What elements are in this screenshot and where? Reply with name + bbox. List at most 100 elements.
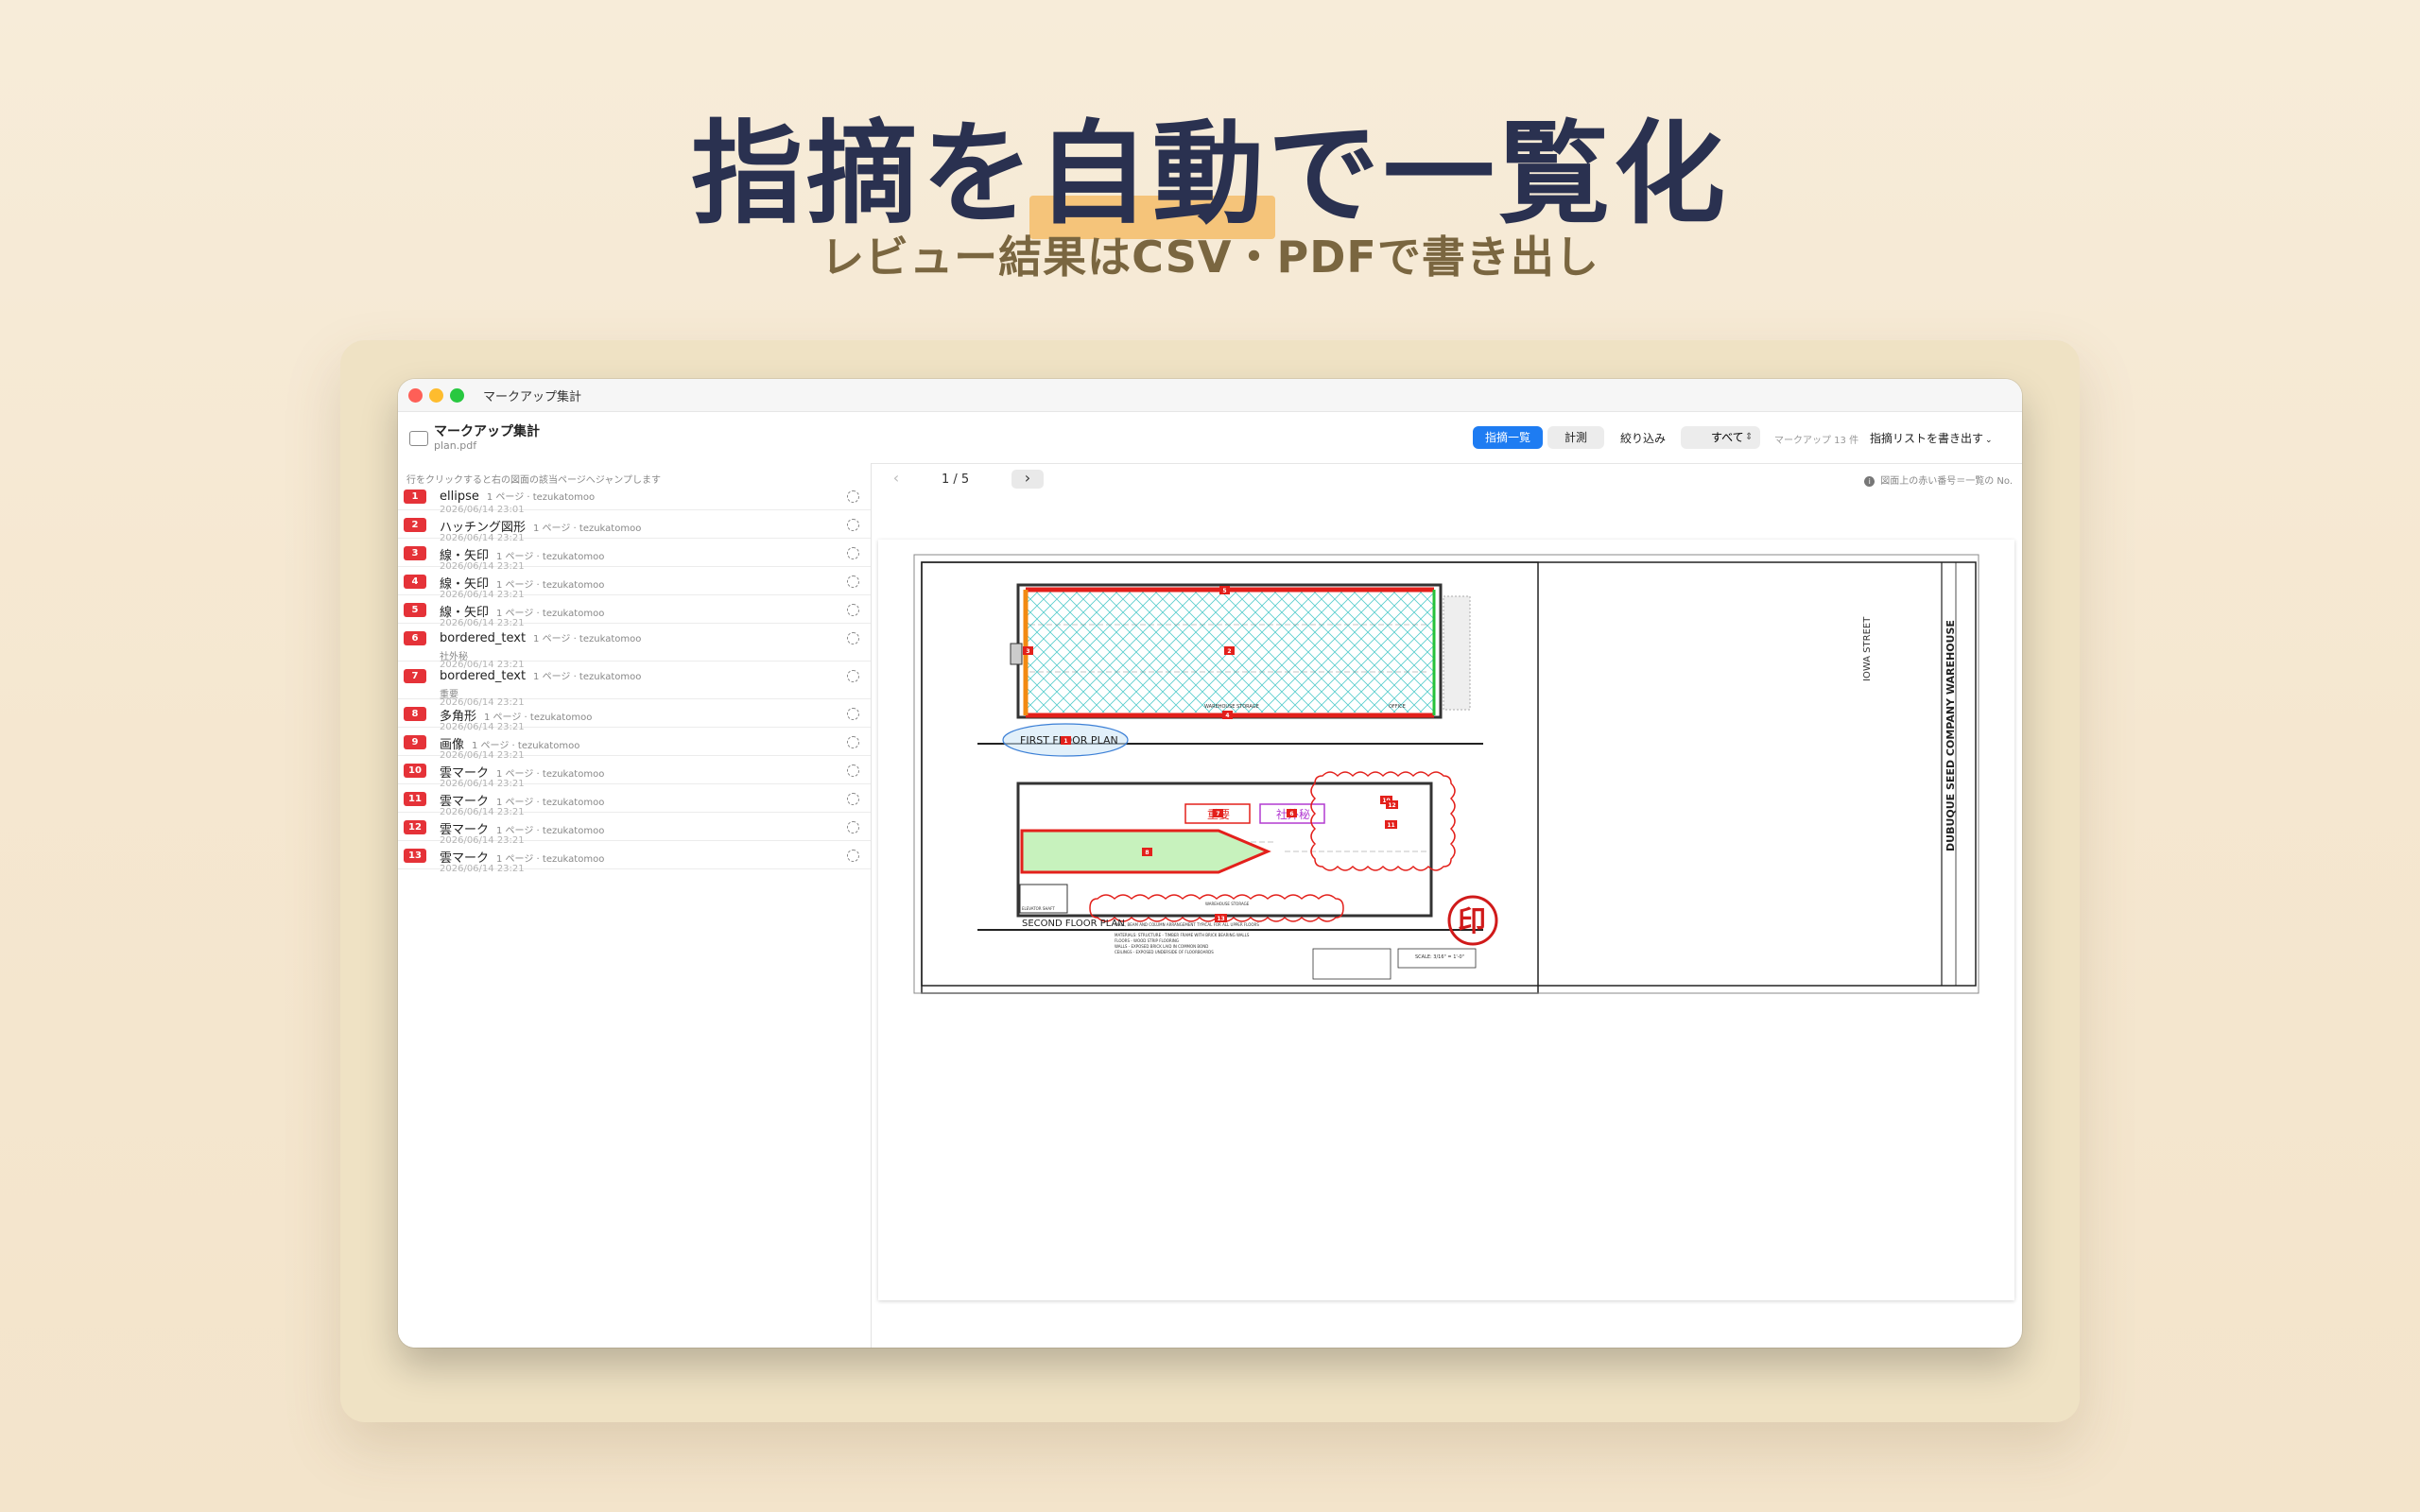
materials-line-1: MATERIALS: STRUCTURE - TIMBER FRAME WITH… [1115, 933, 1250, 937]
status-circle-icon[interactable] [847, 765, 859, 777]
location-map-box [1312, 948, 1392, 980]
issue-meta: 1 ページ · tezukatomoo [533, 672, 642, 682]
status-circle-icon[interactable] [847, 708, 859, 720]
list-item[interactable]: 12 雲マーク 1 ページ · tezukatomoo 2026/06/14 23:2… [398, 812, 871, 846]
list-item[interactable]: 4 線・矢印 1 ページ · tezukatomoo 2026/06/14 23:21 [398, 566, 871, 600]
status-circle-icon[interactable] [847, 604, 859, 616]
issue-date: 2026/06/14 23:21 [440, 864, 525, 874]
export-button-label: 指摘リストを書き出す [1870, 432, 1984, 445]
status-circle-icon[interactable] [847, 632, 859, 644]
status-circle-icon[interactable] [847, 793, 859, 805]
status-circle-icon[interactable] [847, 821, 859, 833]
marker-1: 1 [1063, 738, 1067, 745]
list-item[interactable]: 9 画像 1 ページ · tezukatomoo 2026/06/14 23:21 [398, 727, 871, 761]
issue-meta: 1 ページ · tezukatomoo [533, 524, 642, 534]
tab-issue-list[interactable]: 指摘一覧 [1473, 426, 1543, 449]
list-item[interactable]: 11 雲マーク 1 ページ · tezukatomoo 2026/06/14 23:2… [398, 783, 871, 817]
first-floor-storage-label: WAREHOUSE STORAGE [1204, 704, 1259, 710]
issue-meta: 1 ページ · tezukatomoo [486, 492, 596, 503]
issue-number-badge: 8 [404, 707, 426, 721]
list-item[interactable]: 1 ellipse 1 ページ · tezukatomoo 2026/06/14 23… [398, 481, 871, 515]
issue-number-badge: 3 [404, 546, 426, 560]
street-label: IOWA STREET [1862, 616, 1873, 681]
list-item[interactable]: 10 雲マーク 1 ページ · tezukatomoo 2026/06/14 23:2… [398, 755, 871, 789]
first-floor-office-label: OFFICE [1389, 704, 1406, 710]
issue-type: bordered_text [440, 631, 527, 645]
tab-measure[interactable]: 計測 [1547, 426, 1604, 449]
hero-title-highlight: 自動 [1028, 83, 1276, 245]
marker-3: 3 [1026, 648, 1029, 655]
materials-line-2: FLOORS - WOOD STRIP FLOORING [1115, 938, 1179, 943]
floor-plan-drawing: DUBUQUE SEED COMPANY WAREHOUSE IOWA STRE… [878, 540, 1979, 994]
list-item[interactable]: 5 線・矢印 1 ページ · tezukatomoo 2026/06/14 23:21 [398, 594, 871, 628]
title-block-text: DUBUQUE SEED COMPANY WAREHOUSE [1945, 620, 1957, 851]
next-page-button[interactable]: › [1011, 470, 1044, 489]
list-item[interactable]: 7 bordered_text 1 ページ · tezukatomoo 重要 2026/… [398, 661, 871, 708]
status-circle-icon[interactable] [847, 736, 859, 748]
close-window-button[interactable] [408, 388, 423, 403]
markup-count: マークアップ 13 件 [1774, 436, 1859, 446]
export-button[interactable]: 指摘リストを書き出す ⌄ [1870, 430, 1993, 446]
legend-info: i 図面上の赤い番号＝一覧の No. [1864, 472, 2013, 487]
document-title: マークアップ集計 [434, 424, 540, 439]
status-circle-icon[interactable] [847, 670, 859, 682]
minimize-window-button[interactable] [429, 388, 443, 403]
issue-number-badge: 6 [404, 631, 426, 645]
document-icon [409, 431, 428, 446]
toolbar: マークアップ集計 plan.pdf 指摘一覧 計測 絞り込み すべて ⇕ マーク… [398, 412, 2022, 464]
window-title: マークアップ集計 [483, 390, 582, 404]
materials-line-4: CEILINGS - EXPOSED UNDERSIDE OF FLOORBOA… [1115, 950, 1214, 954]
marker-6: 6 [1289, 811, 1293, 817]
second-floor-label: SECOND FLOOR PLAN [1022, 919, 1125, 929]
app-window: マークアップ集計 マークアップ集計 plan.pdf 指摘一覧 計測 絞り込み … [398, 379, 2022, 1348]
issue-number-badge: 9 [404, 735, 426, 749]
status-circle-icon[interactable] [847, 490, 859, 503]
scale-label: SCALE: 3/16" = 1'-0" [1415, 954, 1464, 960]
list-item[interactable]: 3 線・矢印 1 ページ · tezukatomoo 2026/06/14 23:21 [398, 538, 871, 572]
issue-number-badge: 12 [404, 820, 426, 834]
issue-meta: 1 ページ · tezukatomoo [533, 634, 642, 644]
previous-page-button[interactable]: ‹ [880, 470, 912, 489]
hero-title-pre: 指摘を [690, 109, 1037, 239]
title-bar: マークアップ集計 [398, 379, 2022, 412]
drawing-page[interactable]: DUBUQUE SEED COMPANY WAREHOUSE IOWA STRE… [878, 540, 2014, 1300]
marker-5: 5 [1222, 588, 1226, 594]
stamp-text: 印 [1458, 905, 1486, 938]
hero-title-post: で一覧化 [1268, 109, 1730, 239]
issue-name: bordered_text 1 ページ · tezukatomoo [440, 668, 641, 683]
marker-4: 4 [1225, 713, 1229, 719]
document-filename: plan.pdf [434, 439, 477, 452]
status-circle-icon[interactable] [847, 519, 859, 531]
status-circle-icon[interactable] [847, 850, 859, 862]
filter-select[interactable]: すべて ⇕ [1681, 426, 1760, 449]
list-item[interactable]: 8 多角形 1 ページ · tezukatomoo 2026/06/14 23:21 [398, 698, 871, 732]
info-icon: i [1864, 476, 1876, 487]
list-item[interactable]: 13 雲マーク 1 ページ · tezukatomoo 2026/06/14 23:2… [398, 840, 871, 874]
issue-number-badge: 13 [404, 849, 426, 863]
cloud-markup-11 [1310, 771, 1456, 871]
issue-type: bordered_text [440, 669, 527, 683]
status-circle-icon[interactable] [847, 576, 859, 588]
list-item[interactable]: 2 ハッチング図形 1 ページ · tezukatomoo 2026/06/14 23… [398, 509, 871, 543]
list-item[interactable]: 6 bordered_text 1 ページ · tezukatomoo 社外秘 2026… [398, 623, 871, 670]
marker-7: 7 [1216, 811, 1219, 817]
issue-number-badge: 7 [404, 669, 426, 683]
issue-name: ellipse 1 ページ · tezukatomoo [440, 489, 595, 504]
issue-number-badge: 1 [404, 490, 426, 504]
materials-line-3: WALLS - EXPOSED BRICK LAID IN COMMON BON… [1115, 944, 1208, 949]
issue-type: ellipse [440, 490, 479, 504]
issue-name: bordered_text 1 ページ · tezukatomoo [440, 630, 641, 645]
marker-8: 8 [1145, 850, 1149, 856]
filter-select-value: すべて [1711, 431, 1744, 444]
hero-subtitle: レビュー結果はCSV・PDFで書き出し [821, 232, 1599, 283]
status-circle-icon[interactable] [847, 547, 859, 559]
page-indicator: 1 / 5 [942, 472, 970, 487]
zoom-window-button[interactable] [450, 388, 464, 403]
marker-9: 9 [878, 540, 880, 541]
marker-11: 11 [1387, 822, 1394, 829]
marker-13: 13 [1217, 916, 1224, 922]
elevator-shaft-label: ELEVATOR SHAFT [1022, 906, 1055, 911]
legend-info-text: 図面上の赤い番号＝一覧の No. [1880, 476, 2013, 487]
second-floor-storage-label: WAREHOUSE STORAGE [1205, 902, 1250, 906]
filter-label: 絞り込み [1620, 432, 1667, 445]
